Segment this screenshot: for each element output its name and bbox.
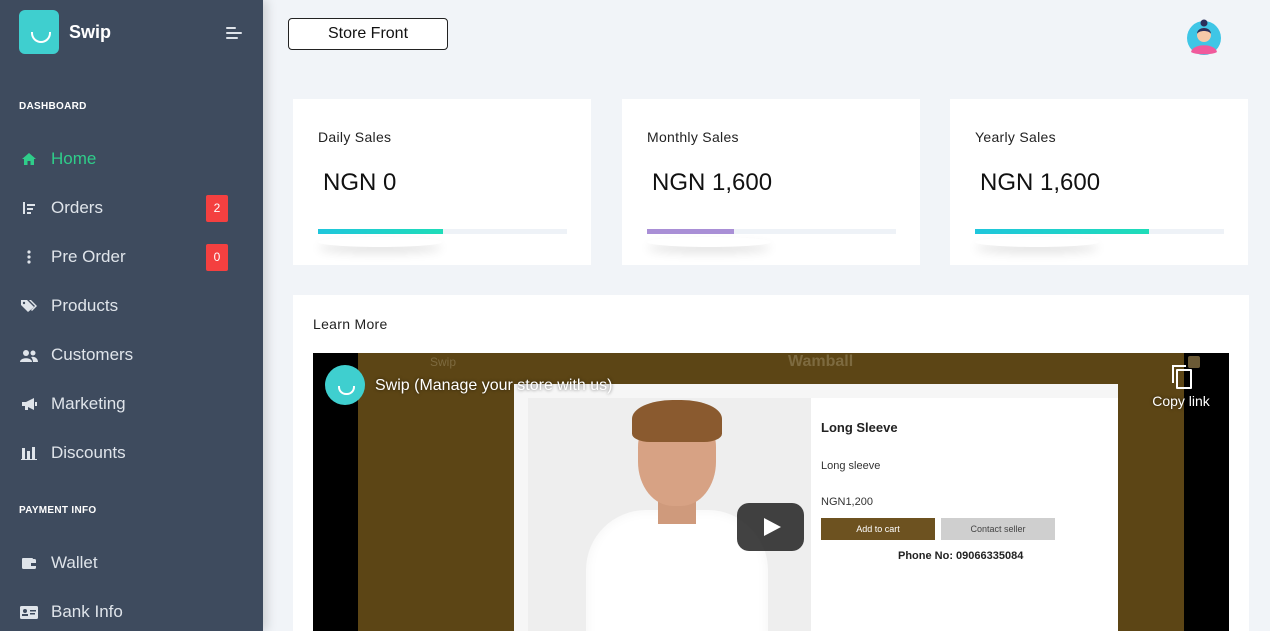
brand[interactable]: Swip xyxy=(19,10,111,54)
copy-icon xyxy=(1172,365,1192,389)
sidebar-item-label: Pre Order xyxy=(51,247,126,266)
sidebar-item-marketing[interactable]: Marketing xyxy=(0,384,263,424)
sidebar-item-bank-info[interactable]: Bank Info xyxy=(0,592,263,631)
sidebar-item-label: Customers xyxy=(51,345,134,364)
orders-count-badge: 2 xyxy=(206,194,228,222)
card-title: Yearly Sales xyxy=(975,129,1056,145)
sidebar-item-label: Bank Info xyxy=(51,602,123,621)
progress-track xyxy=(647,229,896,234)
swip-logo-icon xyxy=(19,10,59,54)
progress-bar xyxy=(975,229,1150,234)
learn-more-card: Learn More Swip Wamball Long Sleeve Long… xyxy=(293,295,1249,631)
user-avatar[interactable] xyxy=(1186,18,1222,56)
pre-order-count-badge: 0 xyxy=(206,243,228,271)
daily-sales-card: Daily Sales NGN 0 xyxy=(293,99,591,265)
card-title: Monthly Sales xyxy=(647,129,739,145)
store-front-button[interactable]: Store Front xyxy=(288,18,448,50)
video-title[interactable]: Swip (Manage your store with us) xyxy=(375,377,612,395)
sidebar-item-label: Wallet xyxy=(51,553,98,572)
progress-bar xyxy=(647,229,735,234)
sidebar-item-label: Discounts xyxy=(51,443,126,462)
video-product-price: NGN1,200 xyxy=(821,496,873,508)
sidebar-item-label: Orders xyxy=(51,198,103,217)
section-label-dashboard: DASHBOARD xyxy=(19,101,87,112)
video-product-name: Long Sleeve xyxy=(821,420,898,435)
copy-link-label: Copy link xyxy=(1152,393,1210,409)
channel-avatar-icon[interactable] xyxy=(325,365,365,405)
brand-name: Swip xyxy=(69,21,112,42)
card-value: NGN 1,600 xyxy=(652,169,773,196)
play-button-icon[interactable] xyxy=(737,503,804,551)
home-icon xyxy=(20,150,38,168)
monthly-sales-card: Monthly Sales NGN 1,600 xyxy=(622,99,920,265)
sidebar-item-label: Marketing xyxy=(51,394,126,413)
card-title: Daily Sales xyxy=(318,129,392,145)
video-product-panel: Long Sleeve Long sleeve NGN1,200 Add to … xyxy=(514,384,1118,631)
sidebar-item-home[interactable]: Home xyxy=(0,139,263,179)
video-player[interactable]: Swip Wamball Long Sleeve Long sleeve NGN… xyxy=(313,353,1229,631)
pre-order-icon xyxy=(20,248,38,266)
id-card-icon xyxy=(20,603,38,621)
sidebar-item-customers[interactable]: Customers xyxy=(0,335,263,375)
users-icon xyxy=(20,346,38,364)
sidebar-item-wallet[interactable]: Wallet xyxy=(0,543,263,583)
megaphone-icon xyxy=(20,395,38,413)
learn-more-title: Learn More xyxy=(313,316,388,332)
discount-icon xyxy=(20,444,38,462)
video-store-name: Swip xyxy=(430,355,457,369)
video-store-title: Wamball xyxy=(788,353,854,370)
progress-bar xyxy=(318,229,443,234)
sidebar: Swip DASHBOARD Home Orders 2 Pre Order 0… xyxy=(0,0,263,631)
card-value: NGN 0 xyxy=(323,169,397,196)
yearly-sales-card: Yearly Sales NGN 1,600 xyxy=(950,99,1248,265)
sidebar-item-orders[interactable]: Orders 2 xyxy=(0,188,263,228)
orders-icon xyxy=(20,199,38,217)
wallet-icon xyxy=(20,554,38,572)
sidebar-item-products[interactable]: Products xyxy=(0,286,263,326)
sidebar-item-pre-order[interactable]: Pre Order 0 xyxy=(0,237,263,277)
video-product-desc: Long sleeve xyxy=(821,460,881,472)
progress-track xyxy=(975,229,1224,234)
tags-icon xyxy=(20,297,38,315)
sidebar-item-label: Home xyxy=(51,149,97,168)
card-value: NGN 1,600 xyxy=(980,169,1101,196)
video-product-info: Long Sleeve Long sleeve NGN1,200 Add to … xyxy=(811,398,1118,631)
video-add-to-cart: Add to cart xyxy=(821,518,935,540)
avatar-icon xyxy=(1187,19,1221,55)
video-contact-seller: Contact seller xyxy=(941,518,1055,540)
menu-toggle-icon[interactable] xyxy=(226,27,242,41)
section-label-payment-info: PAYMENT INFO xyxy=(19,505,97,516)
sidebar-item-discounts[interactable]: Discounts xyxy=(0,433,263,473)
video-phone: Phone No: 09066335084 xyxy=(898,550,1024,562)
sidebar-item-label: Products xyxy=(51,296,119,315)
progress-track xyxy=(318,229,567,234)
copy-link-button[interactable]: Copy link xyxy=(1148,365,1214,409)
